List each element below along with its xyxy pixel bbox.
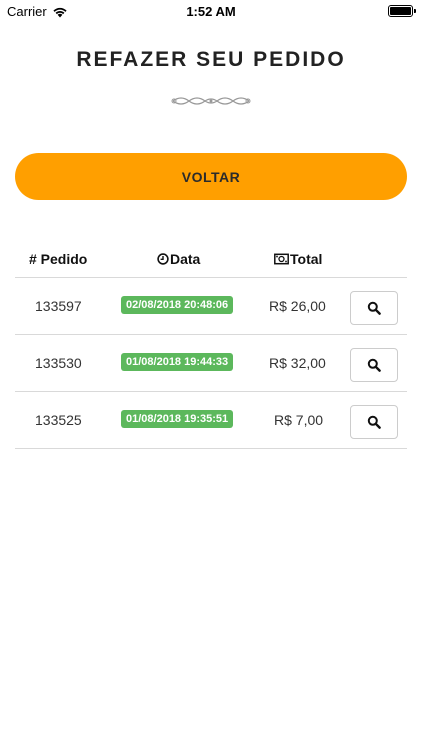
header-pedido-label: # Pedido: [29, 251, 88, 267]
order-date-badge: 02/08/2018 20:48:06: [121, 296, 234, 314]
header-data: Data: [157, 251, 200, 267]
page-title: REFAZER SEU PEDIDO: [76, 48, 346, 71]
search-icon: [367, 415, 381, 429]
status-bar: Carrier 1:52 AM: [0, 0, 422, 22]
table-header: # Pedido Data Total: [15, 240, 407, 278]
clock-icon: [157, 253, 169, 265]
header-total: Total: [274, 251, 322, 267]
header-data-label: Data: [170, 251, 201, 267]
header-total-label: Total: [290, 251, 323, 267]
order-total: R$ 7,00: [274, 412, 324, 428]
back-button[interactable]: VOLTAR: [15, 153, 407, 200]
search-icon: [367, 301, 381, 315]
header-pedido: # Pedido: [29, 251, 87, 267]
view-order-button[interactable]: [350, 405, 398, 439]
order-total: R$ 32,00: [269, 355, 326, 371]
battery-icon: [388, 5, 416, 17]
order-id: 133597: [35, 298, 82, 314]
table-row: 133530 01/08/2018 19:44:33 R$ 32,00: [15, 335, 407, 392]
order-total: R$ 26,00: [269, 298, 326, 314]
order-id: 133530: [35, 355, 82, 371]
view-order-button[interactable]: [350, 348, 398, 382]
money-icon: [274, 253, 289, 265]
order-date-badge: 01/08/2018 19:44:33: [121, 353, 234, 371]
table-row: 133597 02/08/2018 20:48:06 R$ 26,00: [15, 278, 407, 335]
orders-table: # Pedido Data Total 133597 02/08/2018 20…: [15, 240, 407, 449]
status-time: 1:52 AM: [186, 4, 236, 19]
table-row: 133525 01/08/2018 19:35:51 R$ 7,00: [15, 392, 407, 449]
search-icon: [367, 358, 381, 372]
order-date-badge: 01/08/2018 19:35:51: [121, 410, 234, 428]
view-order-button[interactable]: [350, 291, 398, 325]
order-id: 133525: [35, 412, 82, 428]
ornament-divider-icon: [171, 97, 251, 105]
